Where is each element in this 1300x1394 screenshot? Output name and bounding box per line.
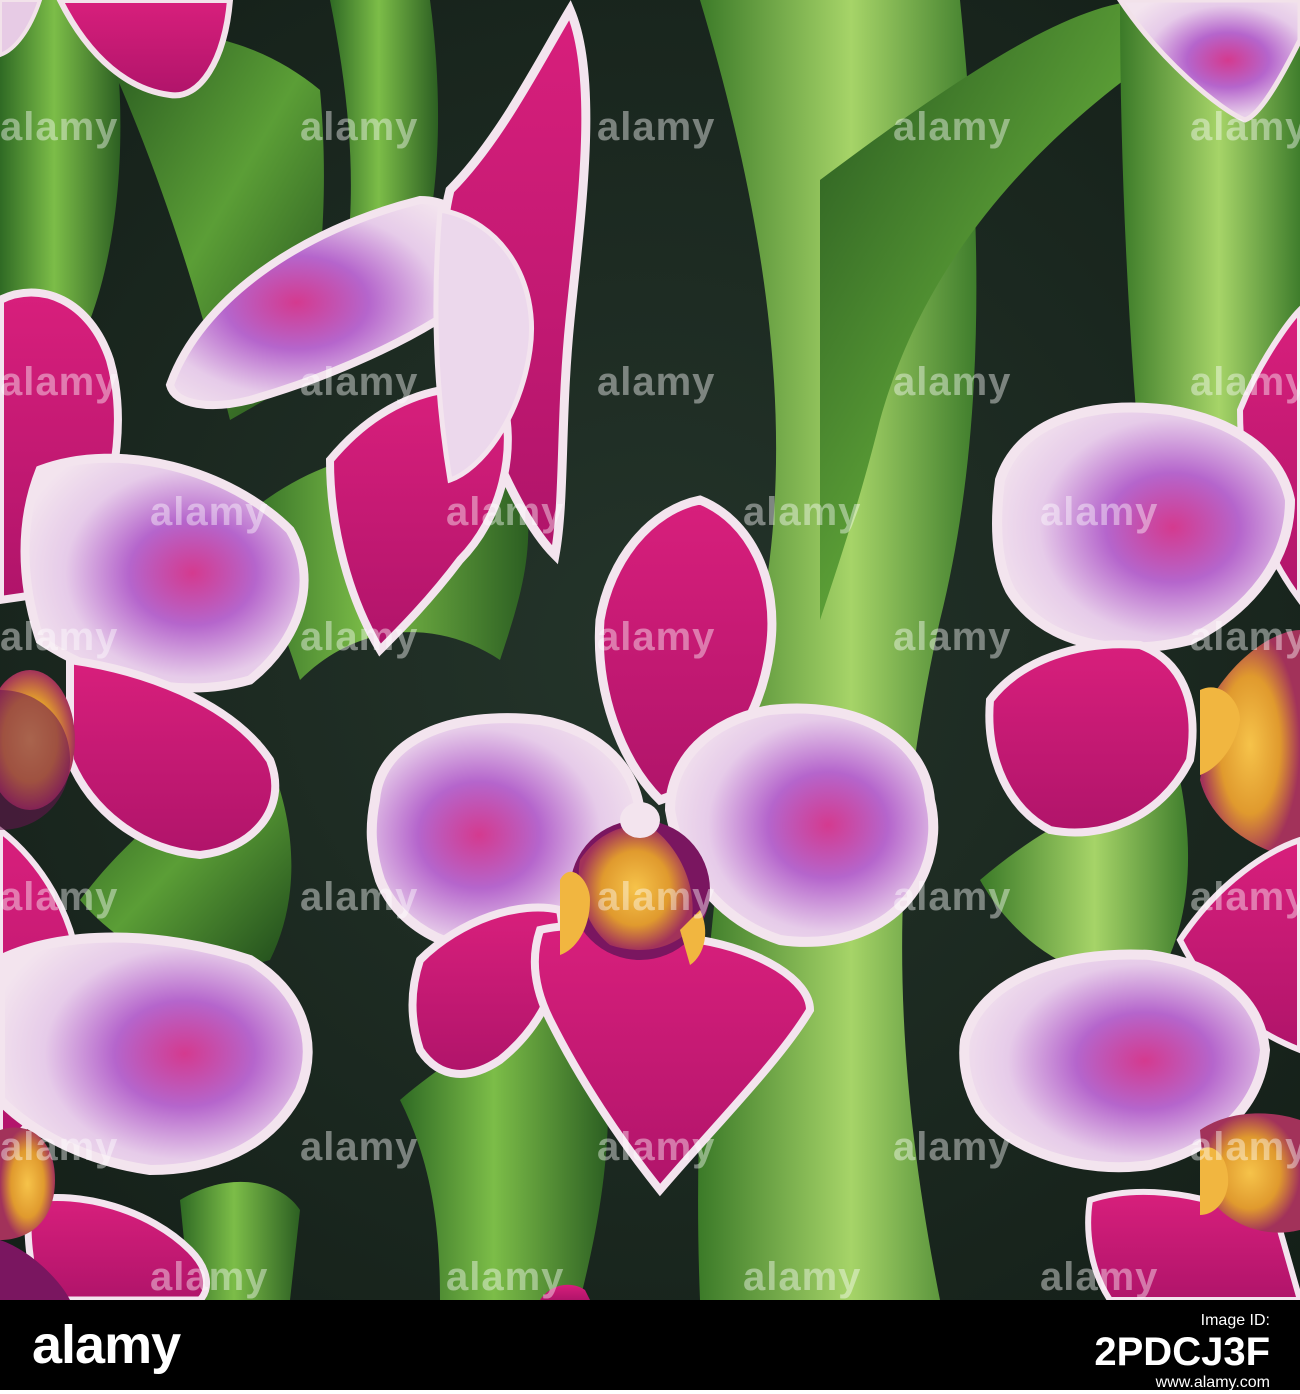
orchid-illustration: alamy alamy alamy alamy alamy alamy alam…	[0, 0, 1300, 1300]
watermark-text: alamy	[893, 1125, 1011, 1169]
orchid-painting: alamy alamy alamy alamy alamy alamy alam…	[0, 0, 1300, 1300]
watermark-text: alamy	[300, 875, 418, 919]
alamy-logo: alamy	[32, 1315, 181, 1375]
watermark-text: alamy	[1190, 105, 1300, 149]
watermark-text: alamy	[300, 615, 418, 659]
watermark-text: alamy	[893, 875, 1011, 919]
watermark-text: alamy	[0, 615, 118, 659]
watermark-text: alamy	[300, 360, 418, 404]
watermark-text: alamy	[0, 1125, 118, 1169]
watermark-text: alamy	[743, 1255, 861, 1299]
watermark-text: alamy	[446, 490, 564, 534]
watermark-text: alamy	[300, 1125, 418, 1169]
watermark-text: alamy	[893, 360, 1011, 404]
watermark-text: alamy	[1040, 490, 1158, 534]
watermark-text: alamy	[446, 1255, 564, 1299]
watermark-text: alamy	[1190, 875, 1300, 919]
watermark-text: alamy	[1190, 1125, 1300, 1169]
footer-info: Image ID: 2PDCJ3F www.alamy.com	[1094, 1310, 1270, 1394]
watermark-text: alamy	[597, 615, 715, 659]
watermark-text: alamy	[893, 615, 1011, 659]
watermark-text: alamy	[1190, 360, 1300, 404]
watermark-text: alamy	[150, 1255, 268, 1299]
footer-bar: alamy Image ID: 2PDCJ3F www.alamy.com	[0, 1300, 1300, 1391]
image-id-value: 2PDCJ3F	[1094, 1330, 1270, 1374]
footer-url: www.alamy.com	[1155, 1374, 1270, 1391]
watermark-text: alamy	[597, 875, 715, 919]
watermark-text: alamy	[150, 490, 268, 534]
watermark-text: alamy	[597, 105, 715, 149]
watermark-text: alamy	[743, 490, 861, 534]
watermark-text: alamy	[0, 105, 118, 149]
image-id-label: Image ID:	[1200, 1312, 1270, 1329]
watermark-text: alamy	[300, 105, 418, 149]
watermark-text: alamy	[893, 105, 1011, 149]
watermark-text: alamy	[0, 875, 118, 919]
watermark-text: alamy	[1040, 1255, 1158, 1299]
watermark-text: alamy	[597, 360, 715, 404]
watermark-text: alamy	[0, 360, 118, 404]
watermark-text: alamy	[597, 1125, 715, 1169]
watermark-text: alamy	[1190, 615, 1300, 659]
